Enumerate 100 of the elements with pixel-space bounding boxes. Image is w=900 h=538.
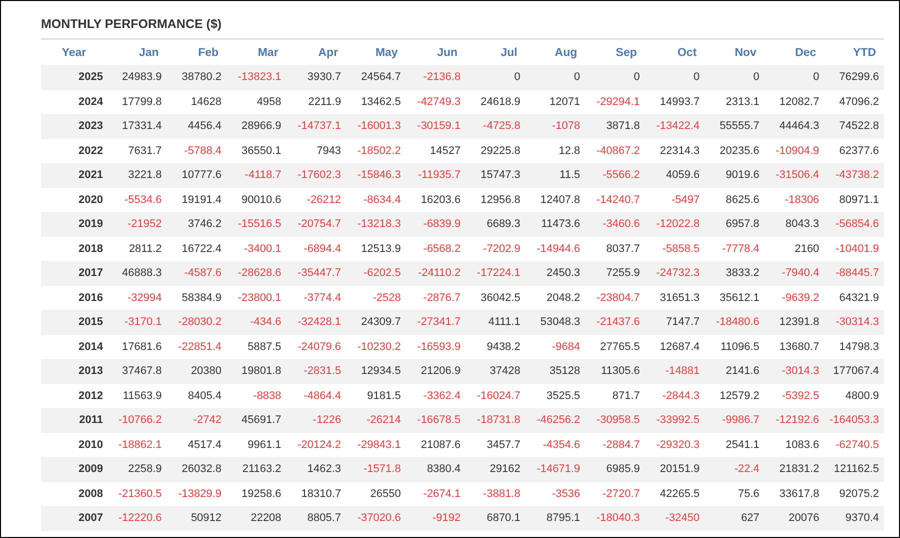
table-cell: -3400.1: [226, 236, 286, 261]
table-cell: 5887.5: [226, 334, 286, 359]
table-cell: 17799.8: [107, 90, 167, 114]
table-cell: -3170.1: [107, 310, 167, 334]
table-cell: -5788.4: [166, 138, 227, 163]
table-cell: 10777.6: [166, 163, 227, 188]
table-cell: 4111.1: [466, 310, 526, 334]
column-header: Feb: [166, 39, 227, 65]
table-cell: 7147.7: [644, 310, 705, 334]
table-cell: -2674.1: [406, 482, 466, 506]
table-cell: -5534.6: [107, 188, 167, 212]
table-cell: -18306: [764, 188, 824, 212]
table-cell: -17224.1: [466, 261, 526, 286]
column-header: Jan: [107, 39, 167, 65]
table-cell: 20380: [166, 359, 227, 384]
table-cell: 4958: [226, 90, 286, 114]
table-cell: 0: [585, 65, 645, 90]
table-cell: -24732.3: [644, 261, 705, 286]
table-cell: 20235.6: [704, 138, 764, 163]
table-cell: -4118.7: [226, 163, 286, 188]
table-cell: -14737.1: [286, 114, 346, 138]
year-cell: 2020: [41, 188, 107, 212]
table-cell: -22851.4: [166, 334, 227, 359]
table-cell: -1078: [525, 114, 586, 138]
table-cell: 35612.1: [704, 286, 764, 310]
table-cell: -16001.3: [346, 114, 406, 138]
table-cell: 8405.4: [166, 384, 227, 408]
table-cell: -32450: [644, 506, 705, 530]
table-cell: -6894.4: [286, 236, 346, 261]
table-cell: -18862.1: [107, 432, 167, 457]
table-cell: -12192.6: [764, 408, 824, 432]
table-cell: 0: [764, 65, 824, 90]
table-cell: -20754.7: [286, 212, 346, 236]
table-cell: 35128: [525, 359, 586, 384]
table-cell: 11473.6: [525, 212, 586, 236]
table-cell: 75.6: [704, 482, 764, 506]
table-cell: -26214: [346, 408, 406, 432]
table-cell: 55555.7: [704, 114, 764, 138]
table-cell: -32428.1: [286, 310, 346, 334]
table-cell: 20076: [764, 506, 824, 530]
table-cell: 2811.2: [107, 236, 167, 261]
table-cell: -27341.7: [406, 310, 466, 334]
table-cell: -15846.3: [346, 163, 406, 188]
year-cell: 2008: [41, 482, 107, 506]
table-cell: 47096.2: [824, 90, 884, 114]
table-cell: -13218.3: [346, 212, 406, 236]
table-cell: -4354.6: [525, 432, 586, 457]
column-header: YTD: [824, 39, 884, 65]
year-cell: 2021: [41, 163, 107, 188]
table-cell: -6202.5: [346, 261, 406, 286]
table-cell: -2720.7: [585, 482, 645, 506]
table-cell: -12022.8: [644, 212, 705, 236]
table-cell: 2141.6: [704, 359, 764, 384]
table-cell: -43738.2: [824, 163, 884, 188]
table-cell: 0: [704, 65, 764, 90]
table-cell: -35447.7: [286, 261, 346, 286]
table-cell: 177067.4: [824, 359, 884, 384]
table-cell: 64321.9: [824, 286, 884, 310]
table-cell: 12579.2: [704, 384, 764, 408]
year-cell: 2025: [41, 65, 107, 90]
table-cell: 9370.4: [824, 506, 884, 530]
table-cell: 871.7: [585, 384, 645, 408]
table-cell: -3362.4: [406, 384, 466, 408]
year-cell: 2010: [41, 432, 107, 457]
table-cell: -30958.5: [585, 408, 645, 432]
table-cell: -164053.3: [824, 408, 884, 432]
table-cell: 9438.2: [466, 334, 526, 359]
table-cell: -26212: [286, 188, 346, 212]
table-cell: -9192: [406, 506, 466, 530]
table-cell: 6957.8: [704, 212, 764, 236]
column-header: Sep: [585, 39, 645, 65]
table-cell: 121162.5: [824, 457, 884, 482]
year-cell: 2011: [41, 408, 107, 432]
table-cell: -5497: [644, 188, 705, 212]
table-cell: 8380.4: [406, 457, 466, 482]
table-cell: -1571.8: [346, 457, 406, 482]
column-header: Dec: [764, 39, 824, 65]
table-cell: -10904.9: [764, 138, 824, 163]
table-cell: 29225.8: [466, 138, 526, 163]
table-cell: -2884.7: [585, 432, 645, 457]
table-cell: -56854.6: [824, 212, 884, 236]
table-cell: 1462.3: [286, 457, 346, 482]
table-cell: -46256.2: [525, 408, 586, 432]
column-header: Jun: [406, 39, 466, 65]
table-cell: 20151.9: [644, 457, 705, 482]
table-cell: 33617.8: [764, 482, 824, 506]
table-cell: -5392.5: [764, 384, 824, 408]
table-cell: 2160: [764, 236, 824, 261]
table-cell: -24110.2: [406, 261, 466, 286]
column-header: Apr: [286, 39, 346, 65]
table-cell: -9639.2: [764, 286, 824, 310]
year-cell: 2014: [41, 334, 107, 359]
table-cell: 26550: [346, 482, 406, 506]
table-cell: -15516.5: [226, 212, 286, 236]
table-cell: 0: [644, 65, 705, 90]
year-cell: 2013: [41, 359, 107, 384]
table-cell: 90010.6: [226, 188, 286, 212]
table-cell: 8795.1: [525, 506, 586, 530]
table-cell: 9181.5: [346, 384, 406, 408]
table-cell: 26032.8: [166, 457, 227, 482]
